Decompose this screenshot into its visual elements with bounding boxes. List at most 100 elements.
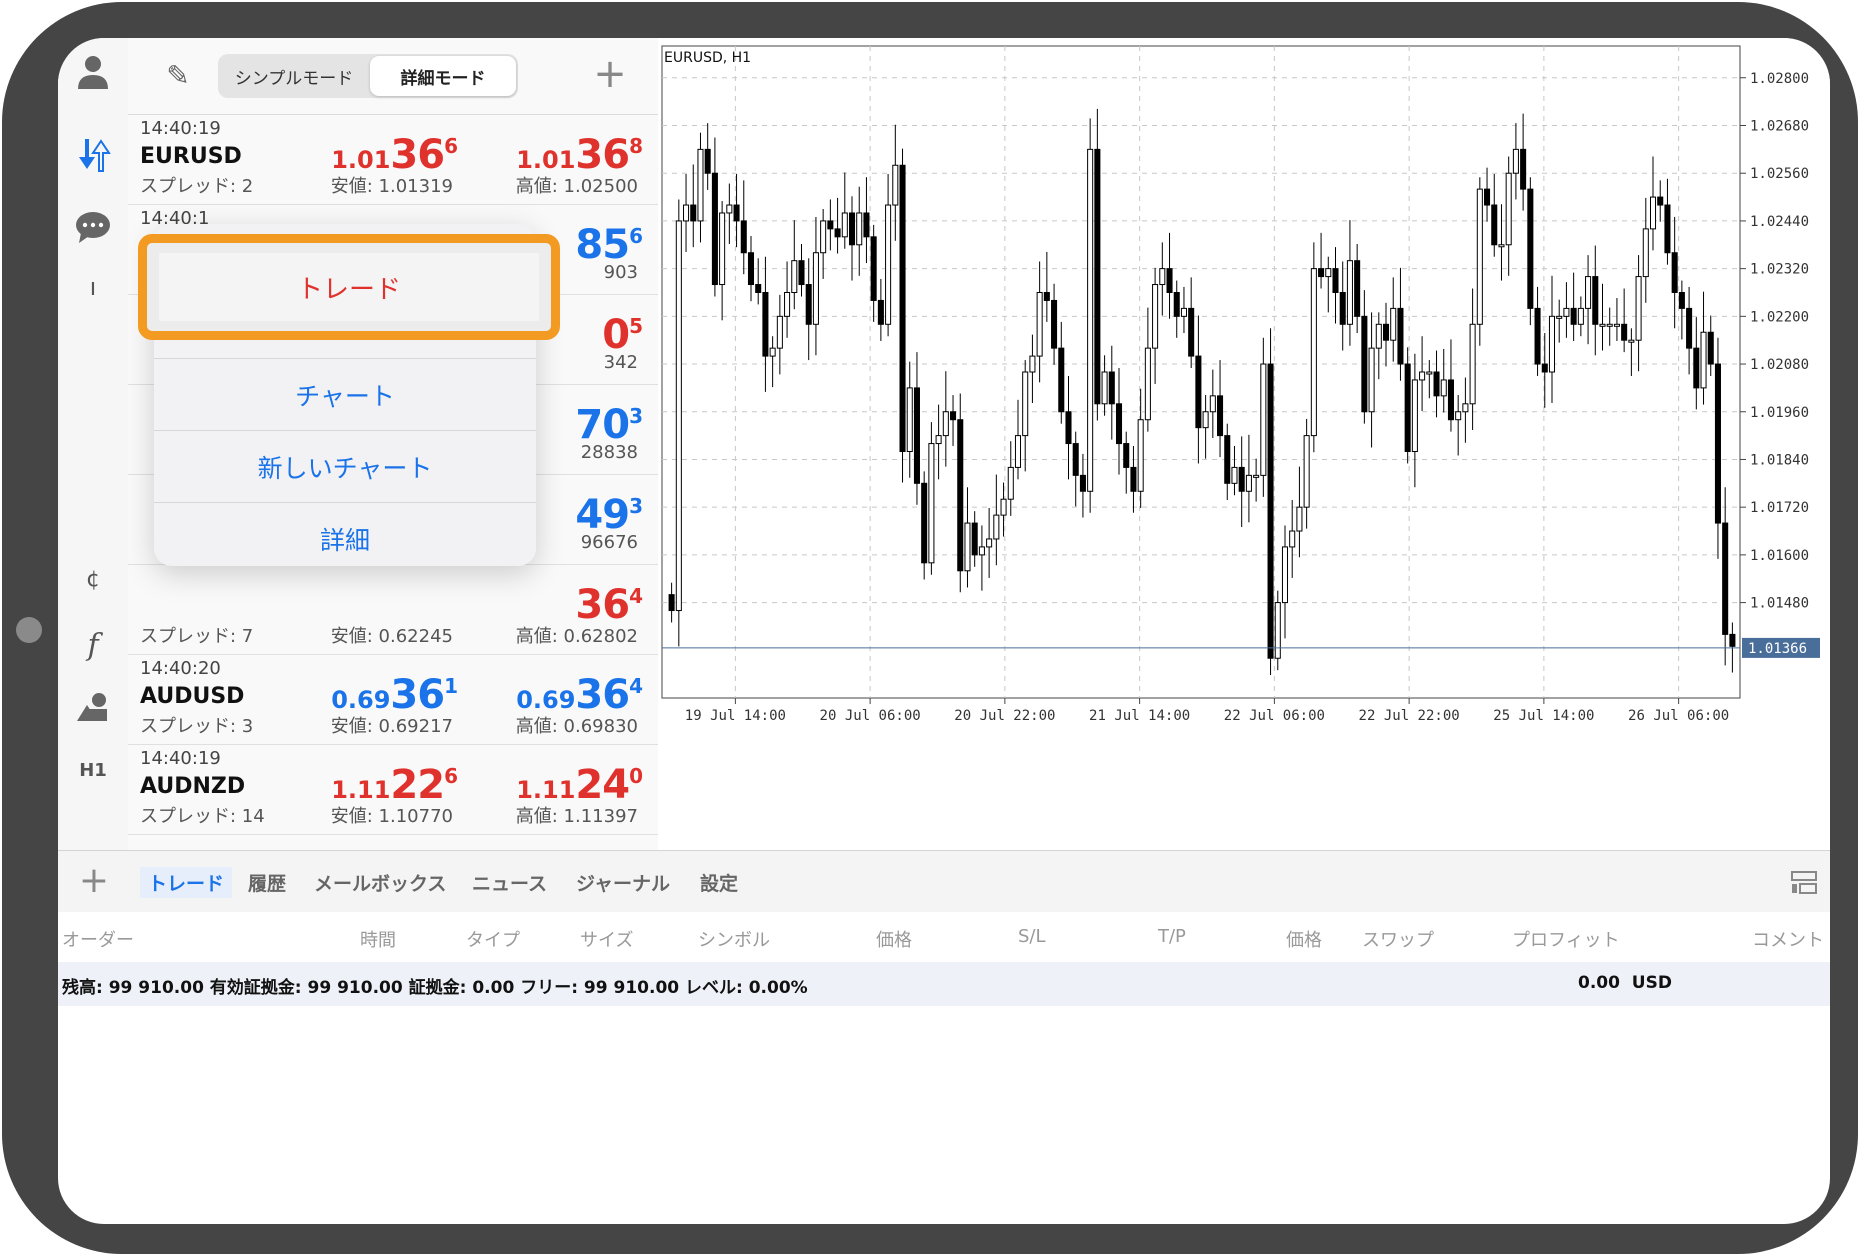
trade-highlight-box: トレード [138, 234, 560, 340]
quote-row[interactable]: スプレッド: 7 安値: 0.62245 高値: 0.62802 364 [128, 564, 658, 655]
candle-body [1202, 411, 1209, 429]
edit-icon[interactable]: ✎ [158, 56, 198, 96]
y-tick-label: 1.02800 [1750, 71, 1809, 87]
candle-body [740, 220, 747, 254]
bid-pips: 36 [390, 672, 445, 718]
tab-journal[interactable]: ジャーナル [576, 869, 670, 896]
bid-point: 6 [444, 764, 458, 788]
tab-mailbox[interactable]: メールボックス [314, 869, 446, 896]
candle-body [1267, 363, 1274, 659]
chat-icon[interactable] [72, 206, 114, 248]
profit-currency: USD [1631, 973, 1672, 993]
orders-header: オーダー 時間 タイプ サイズ シンボル 価格 S/L T/P 価格 スワップ … [58, 912, 1830, 963]
candle-body [1195, 355, 1202, 429]
candle-body [1686, 307, 1693, 349]
candle-body [820, 220, 827, 254]
candle-body [1498, 244, 1505, 248]
detail-mode-button[interactable]: 詳細モード [370, 56, 516, 96]
col-order: オーダー [62, 930, 134, 951]
balance-summary: 残高: 99 910.00 有効証拠金: 99 910.00 証拠金: 0.00… [62, 978, 808, 998]
chart-icon[interactable]: ı [72, 266, 114, 308]
candle-body [950, 411, 957, 421]
bid-pips: 22 [390, 762, 445, 808]
candle-body [1527, 188, 1534, 309]
menu-item-trade[interactable]: トレード [159, 253, 539, 321]
layout-icon[interactable] [1790, 869, 1820, 899]
bid-price[interactable]: 0.69361 [278, 672, 458, 718]
y-tick-label: 1.02560 [1750, 166, 1809, 182]
candle-body [1108, 371, 1115, 405]
candle-body [1065, 411, 1072, 445]
candle-body [1289, 530, 1296, 548]
tab-trade[interactable]: トレード [140, 867, 233, 898]
candle-body [921, 482, 928, 564]
candle-body [1361, 315, 1368, 413]
candle-body [1072, 443, 1079, 476]
quote-row[interactable]: 14:40:19 AUDNZD スプレッド: 14 安値: 1.10770 高値: 1.… [128, 744, 658, 835]
candle-body [1462, 403, 1469, 413]
ask-point: 0 [629, 764, 643, 788]
price-chart[interactable]: 1.02800 1.02680 1.02560 1.02440 1.02320 1.022… [658, 38, 1830, 850]
ask-point: 3 [629, 494, 643, 518]
ask-pips: 70 [575, 402, 630, 448]
tab-news[interactable]: ニュース [472, 869, 547, 896]
quote-time: 14:40:20 [140, 658, 221, 679]
candle-body [747, 252, 755, 286]
quote-row[interactable]: 14:40:20 AUDUSD スプレッド: 3 安値: 0.69217 高値: 0.6… [128, 654, 658, 745]
ask-price[interactable]: 364 [468, 582, 643, 628]
menu-item-details[interactable]: 詳細 [154, 502, 536, 566]
candle-body [1087, 148, 1094, 492]
candle-body [683, 204, 690, 222]
x-tick-label: 20 Jul 06:00 [820, 708, 921, 724]
ask-price[interactable]: 0.69364 [468, 672, 643, 718]
tab-history[interactable]: 履歴 [248, 869, 286, 896]
menu-item-new-chart[interactable]: 新しいチャート [154, 430, 536, 503]
y-tick-label: 1.01840 [1750, 452, 1809, 468]
chart-canvas[interactable]: 1.02800 1.02680 1.02560 1.02440 1.02320 1.022… [658, 38, 1830, 850]
indicator-icon[interactable]: f [72, 624, 114, 666]
col-profit: プロフィット [1512, 930, 1620, 951]
candle-body [1649, 196, 1657, 230]
x-tick-label: 22 Jul 06:00 [1224, 708, 1325, 724]
candle-body [1310, 268, 1317, 437]
candle-body [1563, 307, 1570, 317]
total-profit: 0.00 USD [1578, 973, 1672, 993]
y-tick-label: 1.01720 [1750, 500, 1809, 516]
add-order-icon[interactable]: + [74, 861, 114, 901]
timeframe-button[interactable]: H1 [72, 760, 114, 781]
ask-point: 4 [629, 674, 643, 698]
trade-icon[interactable]: ¢ [72, 558, 114, 600]
mode-switch: シンプルモード 詳細モード [218, 54, 518, 98]
account-icon[interactable] [72, 50, 114, 92]
candle-body [906, 387, 913, 453]
simple-mode-button[interactable]: シンプルモード [220, 56, 368, 96]
quote-time: 14:40:19 [140, 118, 221, 139]
tablet-bezel: ı ¢ f H1 ✎ シンプルモード 詳細モード + 14:40:19 EURU… [2, 2, 1858, 1254]
objects-icon[interactable] [72, 686, 114, 728]
col-type: タイプ [466, 930, 520, 951]
ask-pips: 0 [602, 312, 630, 358]
add-symbol-icon[interactable]: + [588, 52, 632, 96]
ask-price[interactable]: 1.01368 [468, 132, 643, 178]
candle-body [733, 204, 740, 222]
app-screen: ı ¢ f H1 ✎ シンプルモード 詳細モード + 14:40:19 EURU… [58, 38, 1830, 1224]
quote-row[interactable]: 14:40:19 EURUSD スプレッド: 2 安値: 1.01319 高値: 1.0… [128, 114, 658, 205]
candle-body [1671, 252, 1678, 293]
col-time: 時間 [360, 930, 396, 951]
x-tick-label: 26 Jul 06:00 [1628, 708, 1729, 724]
quotes-icon[interactable] [72, 134, 114, 176]
candle-body [1476, 188, 1483, 325]
bid-price[interactable]: 1.01366 [278, 132, 458, 178]
candle-body [1245, 474, 1252, 492]
y-tick-label: 1.02080 [1750, 357, 1809, 373]
bid-price[interactable]: 1.11226 [278, 762, 458, 808]
candle-body [1628, 339, 1635, 343]
candle-body [1173, 291, 1180, 317]
ask-price[interactable]: 1.11240 [468, 762, 643, 808]
col-comment: コメント [1752, 930, 1824, 951]
candle-body [1368, 347, 1375, 413]
tab-settings[interactable]: 設定 [700, 869, 738, 896]
menu-item-chart[interactable]: チャート [154, 358, 536, 431]
candle-body [870, 236, 877, 301]
quote-time: 14:40:19 [140, 748, 221, 769]
